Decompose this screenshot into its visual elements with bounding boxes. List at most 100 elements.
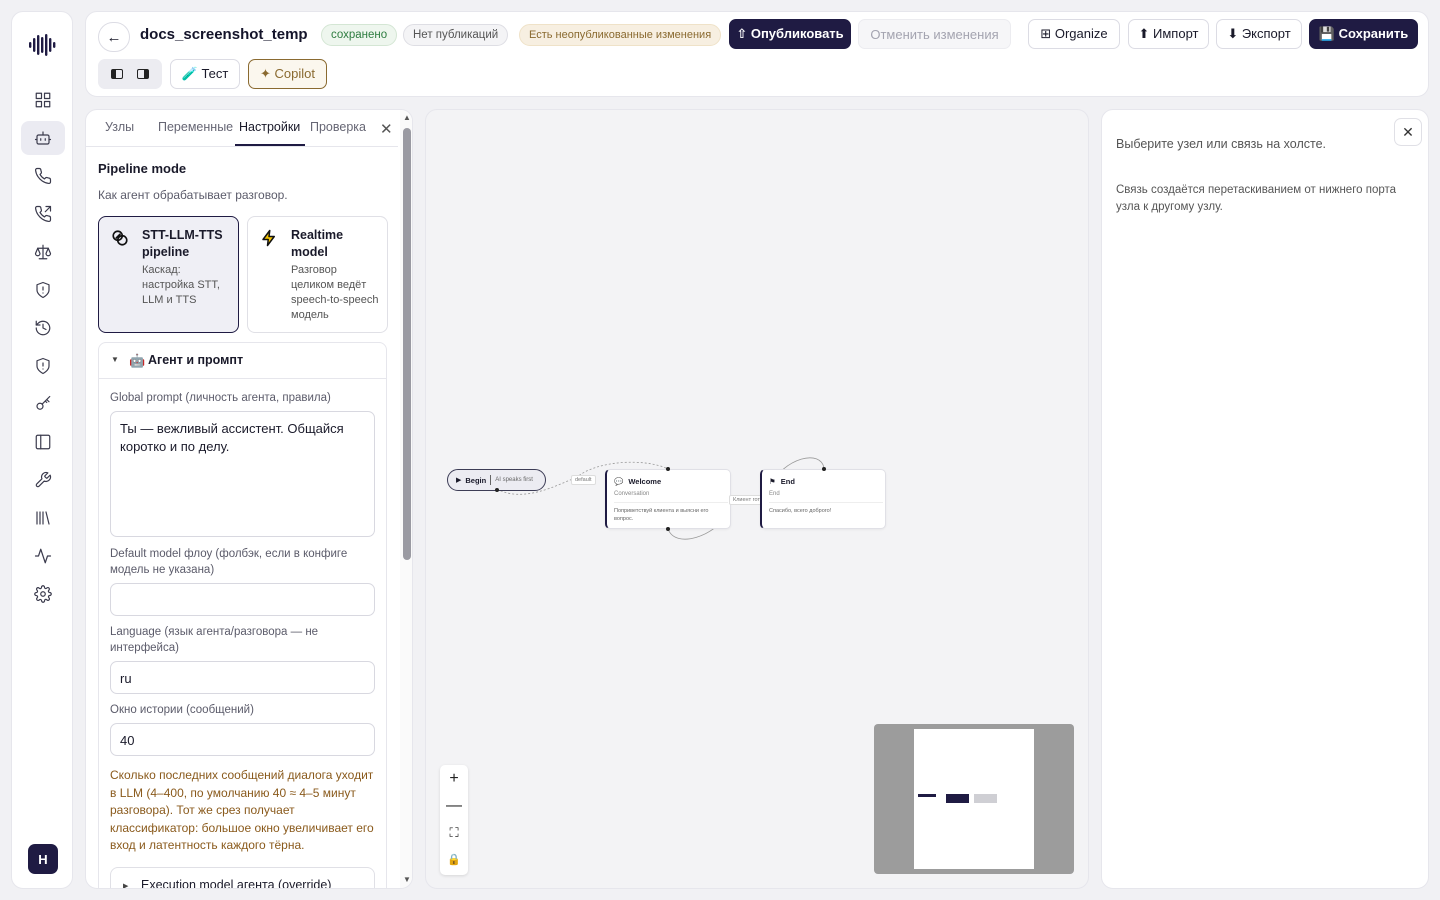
copilot-button[interactable]: ✦ Copilot xyxy=(248,59,327,89)
zoom-controls: + — ⛶ 🔒 xyxy=(440,765,468,875)
expand-icon: ▶ xyxy=(123,883,129,889)
fit-view-icon[interactable]: ⛶ xyxy=(440,819,468,846)
nav-library[interactable] xyxy=(21,501,65,535)
nav-activity[interactable] xyxy=(21,539,65,573)
panel-toggle-group xyxy=(98,59,162,89)
node-end[interactable]: ⚑ End End Спасибо, всего доброго! xyxy=(760,469,886,529)
default-model-label: Default model флоу (фолбэк, если в конфи… xyxy=(110,548,348,576)
publish-button[interactable]: ⇧ Опубликовать xyxy=(729,19,851,49)
nav-layout[interactable] xyxy=(21,425,65,459)
minimap-begin xyxy=(918,794,936,797)
tab-variables[interactable]: Переменные xyxy=(158,120,233,134)
tool-icon xyxy=(35,471,52,488)
mode-description: Разговор целиком ведёт speech-to-speech … xyxy=(291,264,379,321)
test-button[interactable]: 🧪 Тест xyxy=(170,59,240,89)
tab-validation[interactable]: Проверка xyxy=(310,120,366,134)
status-publications-badge: Нет публикаций xyxy=(403,24,509,46)
execution-model-section[interactable]: ▶ Execution model агента (override) xyxy=(110,867,375,889)
language-input[interactable]: ru xyxy=(110,661,375,694)
node-description: Спасибо, всего доброго! xyxy=(769,502,883,515)
tab-nodes[interactable]: Узлы xyxy=(105,120,134,134)
toggle-left-panel-icon[interactable] xyxy=(111,69,123,79)
logo-icon xyxy=(29,34,56,56)
settings-icon xyxy=(34,585,52,603)
lightning-icon xyxy=(262,229,275,247)
nav-calls[interactable] xyxy=(21,159,65,193)
nav-evaluation[interactable] xyxy=(21,235,65,269)
organize-button[interactable]: ⊞ Organize xyxy=(1028,19,1120,49)
flow-canvas[interactable]: ▶ Begin AI speaks first default 💬 Welcome… xyxy=(425,109,1089,889)
history-icon xyxy=(35,320,51,336)
end-top-port[interactable] xyxy=(822,467,826,471)
zoom-in-icon[interactable]: + xyxy=(440,765,468,792)
mode-card-realtime[interactable]: Realtime model Разговор целиком ведёт sp… xyxy=(247,216,388,333)
node-type: Conversation xyxy=(614,491,650,497)
inspector-hint: Выберите узел или связь на холсте. xyxy=(1116,137,1327,151)
mode-title: STT-LLM-TTS pipeline xyxy=(142,228,223,259)
pipeline-mode-subtitle: Как агент обрабатывает разговор. xyxy=(98,188,288,202)
nav-settings[interactable] xyxy=(21,577,65,611)
chat-icon: 💬 xyxy=(614,477,624,486)
status-unpublished-badge: Есть неопубликованные изменения xyxy=(519,24,722,46)
global-prompt-label: Global prompt (личность агента, правила) xyxy=(110,392,331,404)
welcome-top-port[interactable] xyxy=(666,467,670,471)
scroll-down-icon[interactable]: ▼ xyxy=(403,875,411,884)
execution-model-title: Execution model агента (override) xyxy=(141,878,332,889)
begin-separator xyxy=(490,475,492,485)
import-button[interactable]: ⬆ Импорт xyxy=(1128,19,1209,49)
history-window-input[interactable]: 40 xyxy=(110,723,375,756)
mode-card-pipeline[interactable]: STT-LLM-TTS pipeline Каскад: настройка S… xyxy=(98,216,239,333)
link-icon xyxy=(112,230,128,246)
scroll-up-icon[interactable]: ▲ xyxy=(403,113,411,122)
play-icon: ▶ xyxy=(456,477,462,484)
minimap[interactable] xyxy=(874,724,1074,874)
back-button[interactable]: ← xyxy=(98,22,130,52)
node-type: End xyxy=(769,491,780,497)
nav-agents[interactable] xyxy=(21,121,65,155)
nav-tools[interactable] xyxy=(21,463,65,497)
agent-prompt-header[interactable]: ▼ 🤖 Агент и промпт xyxy=(99,343,386,379)
collapse-icon: ▼ xyxy=(111,355,119,364)
active-tab-indicator xyxy=(235,144,305,146)
edge-label-client[interactable]: Клиент гот xyxy=(729,495,764,505)
export-button[interactable]: ⬇ Экспорт xyxy=(1216,19,1302,49)
node-description: Поприветствуй клиента и выясни его вопро… xyxy=(614,502,728,523)
agent-prompt-section: ▼ 🤖 Агент и промпт Global prompt (личнос… xyxy=(98,342,387,889)
nav-history[interactable] xyxy=(21,311,65,345)
nav-security[interactable] xyxy=(21,349,65,383)
save-button[interactable]: 💾 Сохранить xyxy=(1309,19,1418,49)
nav-outbound[interactable] xyxy=(21,197,65,231)
agent-prompt-title: Агент и промпт xyxy=(148,353,244,367)
nav-keys[interactable] xyxy=(21,387,65,421)
user-avatar[interactable]: H xyxy=(28,844,58,874)
bot-icon xyxy=(34,131,52,145)
begin-port[interactable] xyxy=(495,488,499,492)
toggle-right-panel-icon[interactable] xyxy=(137,69,149,79)
mode-description: Каскад: настройка STT, LLM и TTS xyxy=(142,264,220,306)
flag-icon: ⚑ xyxy=(769,477,776,486)
node-welcome[interactable]: 💬 Welcome Conversation Поприветствуй клие… xyxy=(605,469,731,529)
nav-guardrails[interactable] xyxy=(21,273,65,307)
lock-icon[interactable]: 🔒 xyxy=(440,846,468,873)
scrollbar-thumb[interactable] xyxy=(403,128,411,560)
shield-icon xyxy=(36,357,50,375)
minimap-viewport[interactable] xyxy=(914,729,1034,869)
zoom-out-icon[interactable]: — xyxy=(440,792,468,819)
default-model-input[interactable] xyxy=(110,583,375,616)
status-saved-badge: сохранено xyxy=(321,24,398,46)
revert-button[interactable]: Отменить изменения xyxy=(858,19,1011,49)
nav-rail: H xyxy=(11,11,73,889)
history-window-label: Окно истории (сообщений) xyxy=(110,704,254,716)
nav-dashboard[interactable] xyxy=(21,83,65,117)
robot-icon: 🤖 xyxy=(129,353,146,368)
close-inspector-icon[interactable]: ✕ xyxy=(1394,118,1422,146)
close-panel-icon[interactable]: ✕ xyxy=(380,120,393,138)
language-label: Language (язык агента/разговора — не инт… xyxy=(110,626,319,654)
flow-title: docs_screenshot_temp xyxy=(140,26,308,43)
minimap-end xyxy=(974,794,997,803)
edge-label-default[interactable]: default xyxy=(571,475,596,485)
library-icon xyxy=(36,511,50,525)
tab-settings[interactable]: Настройки xyxy=(239,120,300,134)
global-prompt-textarea[interactable]: Ты — вежливый ассистент. Общайся коротко… xyxy=(110,411,375,537)
welcome-bottom-port[interactable] xyxy=(666,527,670,531)
